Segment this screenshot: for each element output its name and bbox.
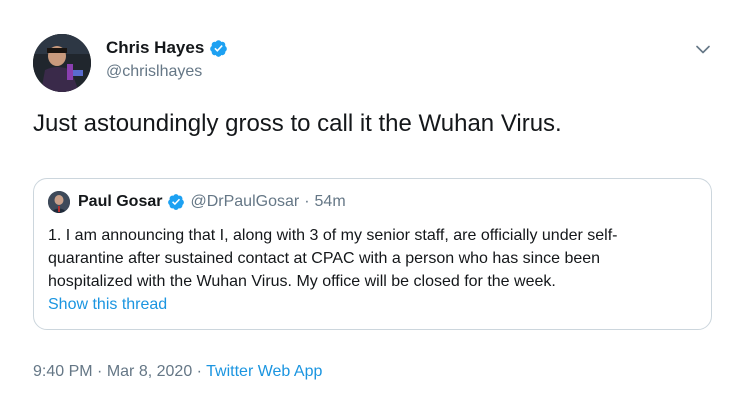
- quoted-tweet-line: 1. I am announcing that I, along with 3 …: [48, 227, 618, 244]
- separator-dot: ·: [304, 193, 310, 210]
- author-name[interactable]: Chris Hayes: [106, 38, 204, 58]
- separator-dot: ·: [196, 363, 202, 380]
- tweet-card: Chris Hayes @chrislhayes Just astounding…: [0, 0, 732, 408]
- show-thread-link[interactable]: Show this thread: [48, 296, 167, 314]
- quoted-avatar: [48, 191, 70, 213]
- quoted-author-handle: @DrPaulGosar: [190, 193, 300, 210]
- tweet-time[interactable]: 9:40 PM: [33, 363, 93, 380]
- verified-badge-icon: [167, 193, 185, 211]
- quoted-tweet-line: quarantine after sustained contact at CP…: [48, 250, 601, 267]
- avatar[interactable]: [33, 34, 91, 92]
- quoted-tweet-header: Paul Gosar @DrPaulGosar · 54m: [48, 191, 346, 213]
- verified-badge-icon: [209, 39, 228, 58]
- quoted-tweet-time: 54m: [314, 193, 346, 210]
- tweet-date[interactable]: Mar 8, 2020: [107, 363, 192, 380]
- author-block: Chris Hayes @chrislhayes: [106, 38, 228, 81]
- quoted-tweet-line: hospitalized with the Wuhan Virus. My of…: [48, 273, 556, 290]
- quoted-tweet[interactable]: Paul Gosar @DrPaulGosar · 54m 1. I am an…: [33, 178, 712, 330]
- quoted-tweet-text: 1. I am announcing that I, along with 3 …: [48, 224, 698, 293]
- tweet-text: Just astoundingly gross to call it the W…: [33, 110, 562, 137]
- source-app-link[interactable]: Twitter Web App: [206, 363, 322, 380]
- chevron-down-icon[interactable]: [692, 40, 714, 58]
- tweet-metadata: 9:40 PM · Mar 8, 2020 · Twitter Web App: [33, 363, 322, 381]
- quoted-author-name: Paul Gosar: [78, 193, 163, 210]
- author-handle[interactable]: @chrislhayes: [106, 63, 228, 81]
- separator-dot: ·: [97, 363, 103, 380]
